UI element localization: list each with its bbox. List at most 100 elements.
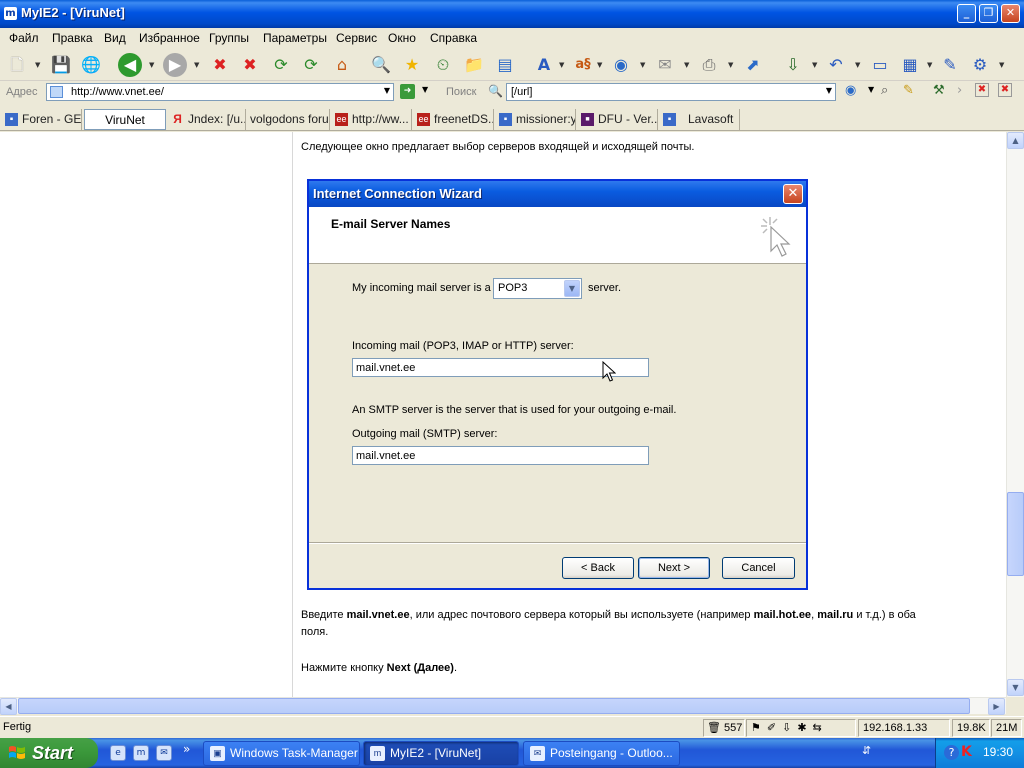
address-input[interactable]: http://www.vnet.ee/ ▼ [46, 83, 394, 101]
address-url[interactable]: http://www.vnet.ee/ [71, 86, 164, 98]
chevron-down-icon[interactable]: ▼ [728, 62, 734, 69]
search-icon[interactable]: 🔍 [369, 53, 393, 77]
chevron-right-icon[interactable]: › [957, 83, 962, 98]
scroll-right-icon[interactable]: ▶ [988, 698, 1005, 715]
gear-icon[interactable]: ✱ [797, 722, 812, 734]
window-icon[interactable]: ▭ [868, 53, 892, 77]
chevron-down-icon[interactable]: ▼ [194, 62, 200, 69]
ie-icon[interactable]: e [110, 745, 126, 761]
font-icon[interactable]: A [532, 53, 556, 77]
folder-icon[interactable]: 📁 [462, 53, 486, 77]
app-icon[interactable]: m [4, 7, 17, 20]
menu-help[interactable]: Справка [430, 31, 477, 45]
print-icon[interactable]: ⎙ [697, 53, 721, 77]
forward-icon[interactable]: ▶ [163, 53, 187, 77]
start-button[interactable]: Start [0, 738, 98, 768]
download-icon[interactable]: ⇩ [781, 53, 805, 77]
tab-missioner[interactable]: ▪ missioner:y... [496, 109, 576, 130]
tools-icon[interactable]: ⚒ [933, 83, 945, 98]
kaspersky-icon[interactable]: K [961, 744, 972, 760]
menu-view[interactable]: Вид [104, 31, 126, 45]
title-bar[interactable]: m MyIE2 - [ViruNet] _ ❐ ✕ [0, 0, 1024, 28]
tab-volgodons[interactable]: volgodons forum [248, 109, 330, 130]
scroll-down-icon[interactable]: ▼ [1007, 679, 1024, 696]
tab-http[interactable]: ee http://ww... [332, 109, 412, 130]
undo-icon[interactable]: ↶ [824, 53, 848, 77]
download-icon[interactable]: ⇩ [782, 722, 797, 734]
new-page-icon[interactable]: 🗋 [5, 53, 29, 77]
tab-lavasoft[interactable]: ▪ Lavasoft [660, 109, 740, 130]
next-button[interactable]: Next > [638, 557, 710, 579]
page-content[interactable]: Следующее окно предлагает выбор серверов… [0, 132, 1006, 697]
chevron-down-icon[interactable]: ▼ [640, 62, 646, 69]
close-all-icon[interactable]: ✖ [998, 83, 1012, 97]
fullscreen-icon[interactable]: ⬈ [741, 53, 765, 77]
horizontal-scrollbar[interactable]: ◀ ▶ [0, 697, 1006, 715]
menu-tools[interactable]: Сервис [336, 31, 377, 45]
menu-file[interactable]: Файл [9, 31, 39, 45]
close-button[interactable]: ✕ [1001, 4, 1020, 23]
vertical-scrollbar[interactable]: ▲ ▼ [1006, 132, 1024, 697]
chevron-right-icon[interactable]: » [183, 742, 190, 756]
popup-icon[interactable]: ⚑ [751, 722, 767, 734]
home-icon[interactable]: ⌂ [330, 53, 354, 77]
highlight-icon[interactable]: ✎ [903, 83, 914, 98]
chevron-down-icon[interactable]: ▼ [422, 85, 428, 94]
chevron-down-icon[interactable]: ▼ [855, 62, 861, 69]
restore-button[interactable]: ❐ [979, 4, 998, 23]
menu-edit[interactable]: Правка [52, 31, 93, 45]
chevron-down-icon[interactable]: ▼ [597, 62, 603, 69]
chevron-down-icon[interactable]: ▼ [927, 62, 933, 69]
close-icon[interactable]: ✕ [783, 184, 803, 204]
chevron-down-icon[interactable]: ▼ [384, 86, 390, 95]
outgoing-server-input[interactable]: mail.vnet.ee [352, 446, 649, 465]
zoom-icon[interactable]: ⌕ [881, 83, 888, 98]
outlook-icon[interactable]: ✉ [156, 745, 172, 761]
go-icon[interactable]: ➜ [400, 84, 415, 99]
globe-icon[interactable]: 🌐 [79, 53, 103, 77]
search-value[interactable]: [/url] [511, 86, 532, 98]
back-button[interactable]: < Back [562, 557, 634, 579]
clean-icon[interactable]: ✐ [767, 722, 782, 734]
tab-yandex[interactable]: Я Jndex: [/u... [168, 109, 246, 130]
chevron-down-icon[interactable]: ▼ [868, 85, 874, 94]
chevron-down-icon[interactable]: ▼ [684, 62, 690, 69]
close-tab-icon[interactable]: ✖ [975, 83, 989, 97]
save-icon[interactable]: 💾 [49, 53, 73, 77]
chevron-down-icon[interactable]: ▼ [812, 62, 818, 69]
task-myie2[interactable]: m MyIE2 - [ViruNet] [363, 741, 519, 766]
scroll-up-icon[interactable]: ▲ [1007, 132, 1024, 149]
mail-icon[interactable]: ✉ [653, 53, 677, 77]
menu-favorites[interactable]: Избранное [139, 31, 200, 45]
scroll-left-icon[interactable]: ◀ [0, 698, 17, 715]
menu-groups[interactable]: Группы [209, 31, 249, 45]
myie-icon[interactable]: m [133, 745, 149, 761]
minimize-button[interactable]: _ [957, 4, 976, 23]
tab-foren[interactable]: ▪ Foren - GE... [2, 109, 82, 130]
task-outlook[interactable]: ✉ Posteingang - Outloo... [523, 741, 680, 766]
chevron-down-icon[interactable]: ▼ [149, 62, 155, 69]
document-icon[interactable]: ▤ [493, 53, 517, 77]
cancel-button[interactable]: Cancel [722, 557, 795, 579]
stop-icon[interactable]: ✖ [208, 53, 232, 77]
status-icons[interactable]: ⚑✐⇩✱⇆ [746, 719, 856, 737]
chevron-down-icon[interactable]: ▼ [999, 62, 1005, 69]
layout-icon[interactable]: ▦ [898, 53, 922, 77]
language-icon[interactable]: ⇵ [862, 744, 871, 757]
internet-icon[interactable]: ◉ [609, 53, 633, 77]
clock[interactable]: 19:30 [983, 745, 1013, 759]
help-icon[interactable]: ? [944, 745, 959, 760]
tab-freenet[interactable]: ee freenetDS... [414, 109, 494, 130]
horizontal-scroll-thumb[interactable] [18, 698, 970, 714]
favorites-star-icon[interactable]: ★ [400, 53, 424, 77]
search-icon[interactable]: 🔍 [488, 84, 503, 98]
menu-window[interactable]: Окно [388, 31, 416, 45]
edit-icon[interactable]: ✎ [938, 53, 962, 77]
chevron-down-icon[interactable]: ▼ [559, 62, 565, 69]
task-windows-task-manager[interactable]: ▣ Windows Task-Manager [203, 741, 360, 766]
search-input[interactable]: [/url] ▼ [506, 83, 836, 101]
stop-all-icon[interactable]: ✖ [238, 53, 262, 77]
server-type-select[interactable]: POP3 ▼ [493, 278, 582, 299]
translate-icon[interactable]: a§ [571, 53, 595, 77]
menu-options[interactable]: Параметры [263, 31, 327, 45]
